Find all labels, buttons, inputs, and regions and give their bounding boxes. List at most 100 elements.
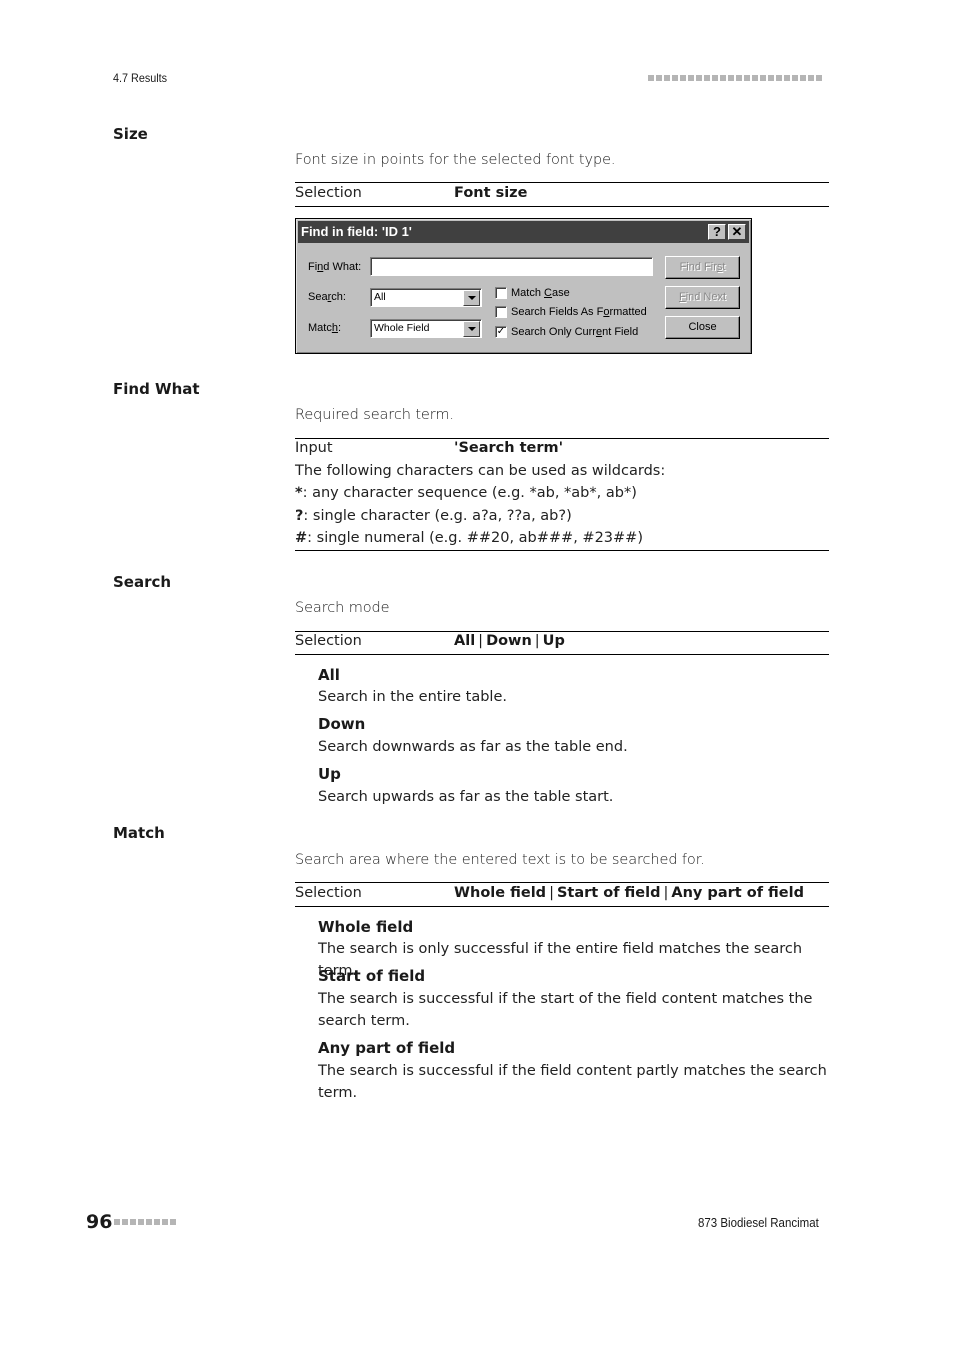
match-select[interactable]: Whole Field (370, 319, 482, 338)
row-label: Selection (295, 185, 362, 201)
option-title: Down (318, 715, 366, 733)
decorative-square (672, 75, 678, 81)
row-label: Selection (295, 885, 362, 901)
row-value: 'Search term' (454, 440, 564, 456)
divider (295, 654, 829, 655)
find-first-button[interactable]: Find First (665, 256, 740, 279)
search-label: Search: (308, 291, 346, 303)
match-select-value: Whole Field (374, 322, 430, 334)
decorative-square (688, 75, 694, 81)
find-dialog: Find in field: 'ID 1' ? ✕ Find What: Sea… (295, 218, 752, 354)
match-label: Match: (308, 322, 342, 334)
match-case-label: Match Case (511, 287, 570, 299)
close-icon: ✕ (731, 224, 743, 239)
search-fields-as-formatted-checkbox[interactable] (495, 306, 507, 318)
search-only-current-field-label: Search Only Current Field (511, 326, 639, 338)
divider (295, 182, 829, 183)
row-value: Font size (454, 185, 528, 201)
chevron-down-icon[interactable] (463, 321, 480, 337)
decorative-square (744, 75, 750, 81)
search-description: Search mode (295, 600, 390, 616)
page-number: 96 (86, 1211, 113, 1233)
check-icon: ✓ (496, 326, 506, 337)
option-title: Start of field (318, 967, 426, 985)
decorative-square (720, 75, 726, 81)
size-description: Font size in points for the selected fon… (295, 152, 616, 168)
decorative-square (792, 75, 798, 81)
search-only-current-field-checkbox[interactable]: ✓ (495, 326, 507, 338)
decorative-square (704, 75, 710, 81)
wildcard-item: *: any character sequence (e.g. *ab, *ab… (295, 485, 637, 501)
divider (295, 906, 829, 907)
option-description: The search is successful if the start of… (318, 991, 813, 1029)
decorative-square (728, 75, 734, 81)
decorative-square (800, 75, 806, 81)
section-title-find-what: Find What (113, 380, 200, 398)
row-label: Input (295, 440, 333, 456)
footer-decoration (114, 1219, 176, 1225)
section-title-search: Search (113, 573, 172, 591)
find-what-label: Find What: (308, 261, 362, 273)
row-label: Selection (295, 633, 362, 649)
decorative-square (736, 75, 742, 81)
divider (295, 206, 829, 207)
close-button[interactable]: Close (665, 316, 740, 339)
decorative-square (680, 75, 686, 81)
decorative-square (138, 1219, 144, 1225)
decorative-square (648, 75, 654, 81)
product-name: 873 Biodiesel Rancimat (698, 1216, 819, 1230)
decorative-square (146, 1219, 152, 1225)
decorative-square (816, 75, 822, 81)
option-description: Search upwards as far as the table start… (318, 789, 614, 805)
option-title: All (318, 666, 340, 684)
decorative-square (170, 1219, 176, 1225)
match-description: Search area where the entered text is to… (295, 852, 705, 868)
find-what-input-row: Input 'Search term' (295, 440, 829, 460)
match-selection-row: Selection Whole field | Start of field | Any… (295, 885, 829, 905)
decorative-square (162, 1219, 168, 1225)
option-title: Up (318, 765, 341, 783)
match-case-checkbox[interactable] (495, 287, 507, 299)
decorative-square (130, 1219, 136, 1225)
running-header-section: 4.7 Results (113, 71, 168, 85)
search-select-value: All (374, 291, 386, 303)
wildcard-intro: The following characters can be used as … (295, 463, 666, 479)
decorative-square (752, 75, 758, 81)
wildcard-item: #: single numeral (e.g. ##20, ab###, #23… (295, 530, 643, 546)
decorative-square (154, 1219, 160, 1225)
decorative-square (696, 75, 702, 81)
divider (295, 550, 829, 551)
row-value: Whole field | Start of field | Any part of f… (454, 885, 804, 901)
help-icon: ? (713, 224, 721, 239)
decorative-square (760, 75, 766, 81)
section-title-size: Size (113, 125, 148, 143)
header-decoration (648, 75, 822, 81)
decorative-square (122, 1219, 128, 1225)
decorative-square (768, 75, 774, 81)
close-window-button[interactable]: ✕ (728, 224, 746, 240)
decorative-square (656, 75, 662, 81)
option-description: The search is successful if the field co… (318, 1063, 827, 1101)
wildcard-item: ?: single character (e.g. a?a, ??a, ab?) (295, 508, 572, 524)
dialog-titlebar: Find in field: 'ID 1' ? ✕ (298, 221, 749, 243)
search-fields-as-formatted-label: Search Fields As Formatted (511, 306, 647, 318)
decorative-square (114, 1219, 120, 1225)
find-what-input[interactable] (370, 257, 653, 276)
decorative-square (776, 75, 782, 81)
option-title: Any part of field (318, 1039, 456, 1057)
find-next-button[interactable]: Find Next (665, 286, 740, 309)
chevron-down-icon[interactable] (463, 290, 480, 306)
decorative-square (712, 75, 718, 81)
decorative-square (784, 75, 790, 81)
help-button[interactable]: ? (708, 224, 726, 240)
search-selection-row: Selection All | Down | Up (295, 633, 829, 653)
option-description: Search downwards as far as the table end… (318, 739, 628, 755)
search-select[interactable]: All (370, 288, 482, 307)
option-title: Whole field (318, 918, 414, 936)
section-title-match: Match (113, 824, 165, 842)
size-selection-row: Selection Font size (295, 185, 829, 205)
decorative-square (808, 75, 814, 81)
row-value: All | Down | Up (454, 633, 565, 649)
decorative-square (664, 75, 670, 81)
divider (295, 631, 829, 632)
